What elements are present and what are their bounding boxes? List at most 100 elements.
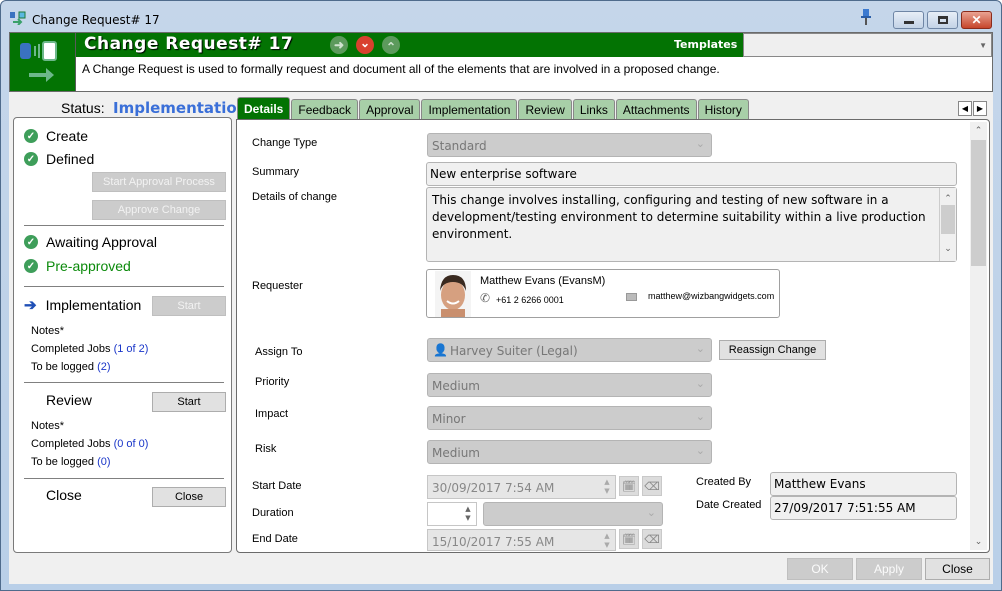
to-be-logged-label: To be logged — [31, 361, 94, 373]
summary-input[interactable]: New enterprise software — [426, 162, 957, 186]
pin-icon[interactable] — [861, 9, 871, 25]
check-circle-icon: ✓ — [24, 152, 38, 166]
change-type-select[interactable]: Standard ⌄ — [427, 133, 712, 157]
header-band: Change Request# 17 ➜ ⌄ ⌃ Templates ▼ — [76, 33, 992, 57]
workflow-panel: ✓ Create ✓ Defined Start Approval Proces… — [13, 117, 232, 553]
close-stage-button[interactable]: Close — [152, 487, 226, 507]
completed-jobs-label: Completed Jobs — [31, 343, 111, 355]
implementation-completed-jobs: Completed Jobs (1 of 2) — [31, 343, 148, 355]
to-be-logged-link[interactable]: (0) — [97, 456, 110, 468]
end-date-calendar-button[interactable]: 🗓 — [619, 529, 639, 549]
tab-scroll-right-button[interactable]: ▶ — [973, 101, 987, 116]
chevron-down-icon: ⌄ — [695, 342, 705, 355]
start-date-calendar-button[interactable]: 🗓 — [619, 476, 639, 496]
reassign-change-button[interactable]: Reassign Change — [719, 340, 826, 360]
priority-select[interactable]: Medium ⌄ — [427, 373, 712, 397]
impact-value: Minor — [432, 412, 466, 426]
status-value: Implementation — [113, 99, 248, 117]
title-bar[interactable]: Change Request# 17 ✕ — [1, 1, 1001, 31]
change-request-logo — [10, 33, 76, 91]
tab-bar: Details Feedback Approval Implementation… — [237, 97, 750, 119]
check-circle-icon: ✓ — [24, 129, 38, 143]
calendar-clock-icon: 🗓 — [622, 533, 636, 546]
tab-scroll-left-button[interactable]: ◀ — [958, 101, 972, 116]
impact-select[interactable]: Minor ⌄ — [427, 406, 712, 430]
duration-unit-select[interactable]: ⌄ — [483, 502, 663, 526]
end-date-label: End Date — [252, 533, 298, 545]
impact-label: Impact — [255, 408, 289, 420]
start-date-picker[interactable]: 30/09/2017 7:54 AM ▲ ▼ — [427, 475, 616, 499]
change-request-window: Change Request# 17 ✕ Change Request# 17 … — [0, 0, 1002, 591]
implementation-to-be-logged: To be logged (2) — [31, 361, 111, 373]
date-created-label: Date Created — [696, 499, 762, 511]
request-description: A Change Request is used to formally req… — [82, 62, 720, 76]
change-request-logo-icon — [20, 41, 57, 82]
assign-to-select[interactable]: 👤 Harvey Suiter (Legal) ⌄ — [427, 338, 712, 362]
risk-value: Medium — [432, 446, 480, 460]
details-textarea[interactable]: This change involves installing, configu… — [426, 187, 957, 262]
end-date-clear-button[interactable]: ⌫ — [642, 529, 662, 549]
to-be-logged-label: To be logged — [31, 456, 94, 468]
scrollbar-thumb[interactable] — [971, 140, 986, 266]
review-notes-link[interactable]: Notes* — [31, 420, 64, 432]
implementation-start-button[interactable]: Start — [152, 296, 226, 316]
ok-button[interactable]: OK — [787, 558, 853, 580]
completed-jobs-link[interactable]: (1 of 2) — [114, 343, 149, 355]
duration-input[interactable]: ▲ ▼ — [427, 502, 477, 526]
implementation-notes-link[interactable]: Notes* — [31, 325, 64, 337]
duration-spinner[interactable]: ▲ ▼ — [462, 505, 474, 523]
approve-change-button[interactable]: Approve Change — [92, 200, 226, 220]
chevron-up-icon: ⌃ — [385, 40, 397, 54]
tab-history[interactable]: History — [697, 99, 749, 119]
move-up-button[interactable]: ⌃ — [382, 36, 400, 54]
apply-button[interactable]: Apply — [856, 558, 922, 580]
minimize-button[interactable] — [893, 11, 924, 29]
created-by-label: Created By — [696, 476, 752, 488]
start-approval-process-button[interactable]: Start Approval Process — [92, 172, 226, 192]
assign-to-value: Harvey Suiter (Legal) — [450, 344, 578, 358]
scrollbar-thumb[interactable] — [941, 205, 955, 234]
details-panel-scrollbar[interactable]: ⌃ ⌄ — [970, 122, 987, 550]
tab-review[interactable]: Review — [518, 99, 572, 119]
requester-email[interactable]: matthew@wizbangwidgets.com — [648, 291, 778, 301]
start-date-label: Start Date — [252, 480, 302, 492]
start-date-spinner[interactable]: ▲ ▼ — [601, 478, 613, 496]
duration-label: Duration — [252, 507, 294, 519]
calendar-clock-icon: 🗓 — [622, 480, 636, 493]
details-text: This change involves installing, configu… — [432, 193, 926, 241]
stage-pre-approved-label: Pre-approved — [46, 258, 131, 274]
risk-select[interactable]: Medium ⌄ — [427, 440, 712, 464]
dropdown-caret-icon: ▼ — [979, 41, 987, 50]
check-circle-icon: ✓ — [24, 259, 38, 273]
templates-dropdown[interactable]: ▼ — [743, 33, 992, 57]
request-title: Change Request# 17 — [84, 34, 294, 54]
to-be-logged-link[interactable]: (2) — [97, 361, 110, 373]
change-request-app-icon — [10, 11, 26, 25]
tab-details[interactable]: Details — [237, 97, 291, 119]
requester-card[interactable]: Matthew Evans (EvansM) ✆ +61 2 6266 0001… — [426, 269, 780, 318]
end-date-spinner[interactable]: ▲ ▼ — [601, 532, 613, 550]
chevron-down-icon: ⌄ — [646, 506, 656, 519]
review-start-button[interactable]: Start — [152, 392, 226, 412]
details-scrollbar[interactable]: ⌃ ⌄ — [939, 188, 956, 261]
priority-value: Medium — [432, 379, 480, 393]
stage-awaiting-approval: ✓ Awaiting Approval — [24, 234, 157, 250]
close-button[interactable]: Close — [925, 558, 990, 580]
start-date-clear-button[interactable]: ⌫ — [642, 476, 662, 496]
tab-links[interactable]: Links — [572, 99, 615, 119]
maximize-button[interactable] — [927, 11, 958, 29]
completed-jobs-link[interactable]: (0 of 0) — [114, 438, 149, 450]
stage-close-label: Close — [46, 487, 82, 503]
chevron-down-icon: ⌄ — [944, 244, 952, 254]
next-button[interactable]: ➜ — [330, 36, 348, 54]
change-type-value: Standard — [432, 139, 487, 153]
tab-implementation[interactable]: Implementation — [421, 99, 518, 119]
tab-approval[interactable]: Approval — [359, 99, 421, 119]
move-down-button[interactable]: ⌄ — [356, 36, 374, 54]
end-date-picker[interactable]: 15/10/2017 7:55 AM ▲ ▼ — [427, 529, 616, 551]
minimize-icon — [903, 21, 914, 24]
stage-create: ✓ Create — [24, 128, 88, 144]
tab-attachments[interactable]: Attachments — [615, 99, 697, 119]
tab-feedback[interactable]: Feedback — [291, 99, 359, 119]
close-window-button[interactable]: ✕ — [961, 11, 992, 29]
